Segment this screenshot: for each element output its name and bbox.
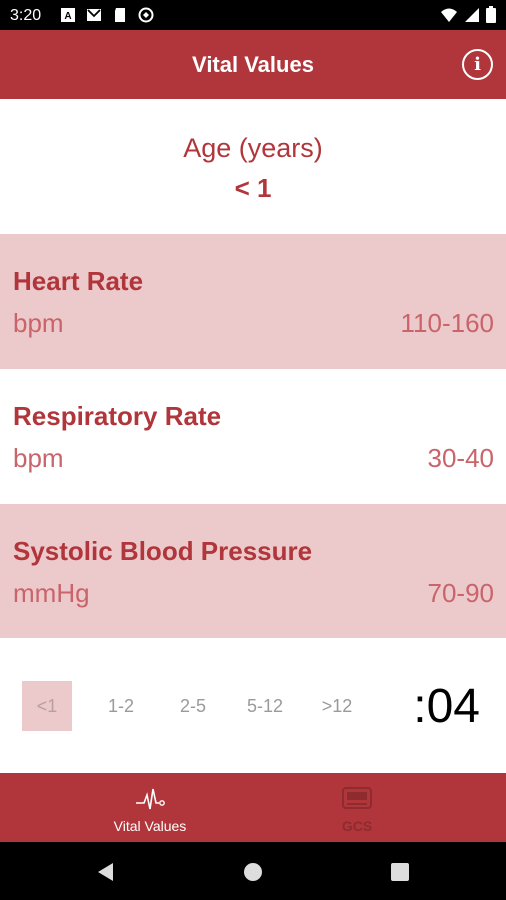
system-nav-bar — [0, 842, 506, 900]
status-bar: 3:20 A — [0, 0, 506, 30]
heartbeat-icon — [136, 788, 165, 810]
age-display: Age (years) < 1 — [0, 99, 506, 234]
vital-title: Respiratory Rate — [13, 401, 222, 431]
respiratory-rate-row: Respiratory Rate bpm 30-40 — [0, 369, 506, 504]
bottom-nav: Vital Values GCS — [0, 773, 506, 842]
sd-card-icon — [115, 8, 125, 22]
back-icon[interactable] — [96, 862, 116, 882]
heart-rate-row: Heart Rate bpm 110-160 — [0, 234, 506, 369]
age-option-1-2[interactable]: 1-2 — [94, 681, 148, 731]
font-icon: A — [61, 8, 75, 22]
status-time: 3:20 — [10, 7, 42, 24]
age-value: < 1 — [234, 173, 272, 203]
sync-icon — [138, 7, 154, 23]
battery-icon — [486, 6, 496, 23]
gmail-icon — [87, 9, 101, 21]
age-selector: <1 1-2 2-5 5-12 >12 :04 — [0, 638, 506, 773]
vital-unit: bpm — [13, 443, 64, 473]
age-option-2-5[interactable]: 2-5 — [166, 681, 220, 731]
timer-display: :04 — [413, 680, 480, 733]
age-label: Age (years) — [183, 133, 323, 163]
home-icon[interactable] — [243, 862, 263, 882]
nav-item-vital-values[interactable]: Vital Values — [50, 773, 250, 842]
notification-icons: A — [60, 7, 154, 23]
systolic-blood-pressure-row: Systolic Blood Pressure mmHg 70-90 — [0, 504, 506, 639]
vital-unit: mmHg — [13, 578, 90, 608]
vital-unit: bpm — [13, 308, 64, 338]
age-option-over-12[interactable]: >12 — [310, 681, 364, 731]
info-icon[interactable]: i — [462, 49, 493, 80]
page-title: Vital Values — [192, 52, 314, 77]
system-status-icons — [440, 6, 496, 23]
age-option-5-12[interactable]: 5-12 — [236, 681, 294, 731]
age-option-under-1[interactable]: <1 — [22, 681, 72, 731]
nav-label: GCS — [341, 818, 373, 834]
vital-title: Systolic Blood Pressure — [13, 536, 313, 566]
wifi-icon — [441, 8, 457, 22]
vital-title: Heart Rate — [13, 266, 144, 296]
vital-range: 70-90 — [427, 578, 495, 608]
vital-range: 30-40 — [427, 443, 495, 473]
nav-item-gcs[interactable]: GCS — [257, 773, 457, 842]
nav-label: Vital Values — [113, 818, 187, 834]
signal-icon — [465, 7, 479, 22]
recents-icon[interactable] — [390, 862, 410, 882]
gcs-icon — [342, 787, 372, 809]
app-bar: Vital Values i — [0, 30, 506, 99]
vital-range: 110-160 — [400, 308, 495, 338]
svg-text:A: A — [64, 11, 71, 22]
